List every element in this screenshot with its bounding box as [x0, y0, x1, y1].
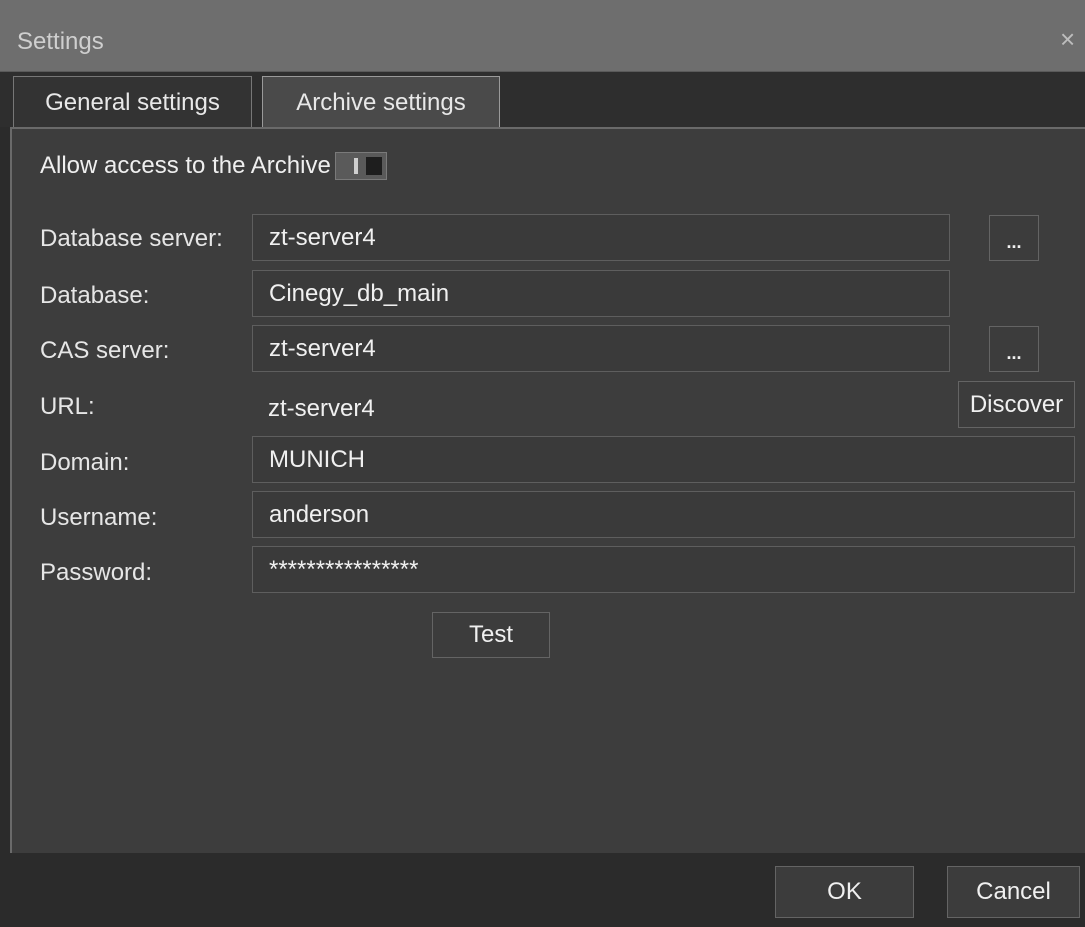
database-label: Database:: [40, 282, 150, 309]
ok-button[interactable]: OK: [775, 866, 914, 918]
allow-access-row: Allow access to the Archive: [40, 152, 387, 180]
dialog-footer: [0, 853, 1085, 927]
toggle-grip: [353, 158, 358, 174]
database-server-input[interactable]: zt-server4: [252, 214, 950, 261]
tab-archive-settings[interactable]: Archive settings: [262, 76, 500, 128]
database-server-browse-button[interactable]: ...: [989, 215, 1039, 261]
cas-server-label: CAS server:: [40, 337, 170, 364]
password-label: Password:: [40, 559, 153, 586]
tab-general-settings[interactable]: General settings: [13, 76, 252, 128]
url-value: zt-server4: [268, 395, 375, 422]
cancel-button[interactable]: Cancel: [947, 866, 1080, 918]
allow-access-label: Allow access to the Archive: [40, 152, 331, 179]
domain-label: Domain:: [40, 449, 130, 476]
password-input[interactable]: ****************: [252, 546, 1075, 593]
discover-button[interactable]: Discover: [958, 381, 1075, 428]
username-label: Username:: [40, 504, 158, 531]
cas-server-browse-button[interactable]: ...: [989, 326, 1039, 372]
database-input[interactable]: Cinegy_db_main: [252, 270, 950, 317]
cas-server-input[interactable]: zt-server4: [252, 325, 950, 372]
allow-access-toggle[interactable]: [334, 152, 387, 180]
database-server-label: Database server:: [40, 225, 223, 252]
test-button[interactable]: Test: [432, 612, 550, 658]
close-icon[interactable]: ×: [1060, 26, 1075, 52]
title-bar: Settings ×: [0, 0, 1085, 72]
domain-input[interactable]: MUNICH: [252, 436, 1075, 483]
url-label: URL:: [40, 393, 95, 420]
toggle-knob: [365, 157, 382, 175]
window-title: Settings: [17, 28, 104, 55]
username-input[interactable]: anderson: [252, 491, 1075, 538]
